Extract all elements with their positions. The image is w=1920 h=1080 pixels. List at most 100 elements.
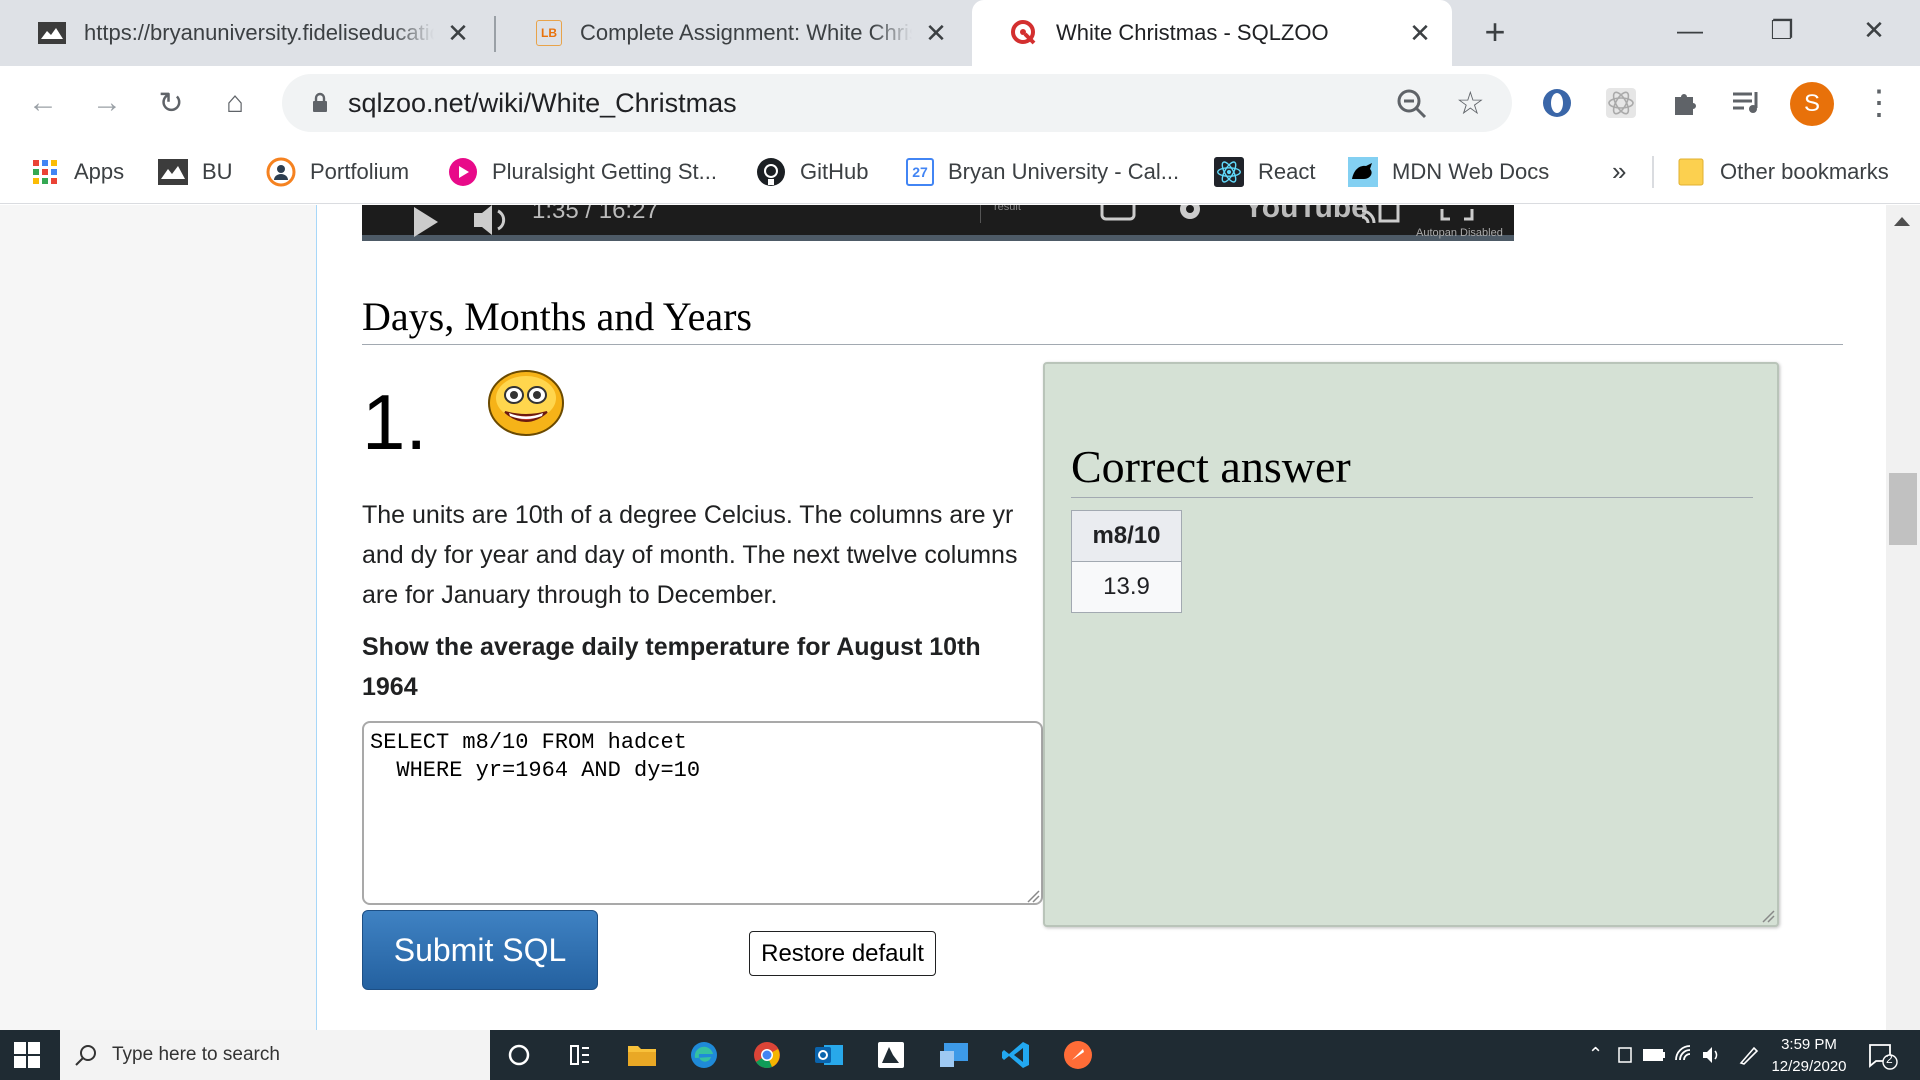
bookmark-other-bookmarks[interactable]: Other bookmarks <box>1676 154 1889 190</box>
bookmark-label: BU <box>202 159 233 184</box>
bookmark-pluralsight[interactable]: Pluralsight Getting St... <box>448 154 717 190</box>
lock-icon <box>308 91 332 115</box>
new-tab-button[interactable]: + <box>1478 14 1512 50</box>
postman-icon[interactable] <box>1061 1038 1095 1072</box>
taskbar-clock[interactable]: 3:59 PM 12/29/2020 <box>1770 1034 1848 1078</box>
table-cell: 13.9 <box>1071 561 1182 613</box>
question-description: The units are 10th of a degree Celcius. … <box>362 501 1018 609</box>
submit-sql-button[interactable]: Submit SQL <box>362 910 598 990</box>
zoom-icon[interactable] <box>1394 86 1430 122</box>
vertical-scrollbar[interactable] <box>1886 205 1920 1030</box>
tab-white-christmas-sqlzoo[interactable]: White Christmas - SQLZOO ✕ <box>972 0 1452 66</box>
video-result-label: result <box>994 205 1021 213</box>
autopan-status: Autopan Disabled <box>1416 227 1503 239</box>
tray-overflow-icon[interactable]: ⌃ <box>1588 1044 1603 1065</box>
snipping-tool-icon[interactable] <box>937 1038 971 1072</box>
scrollbar-thumb[interactable] <box>1889 473 1917 545</box>
play-icon[interactable] <box>408 207 442 237</box>
volume-icon[interactable] <box>472 205 514 235</box>
file-explorer-icon[interactable] <box>625 1038 659 1072</box>
video-player[interactable]: 1:35 / 16:27 result YouTube Autopan Disa… <box>362 205 1514 241</box>
cast-icon[interactable] <box>1358 205 1406 225</box>
page-viewport: 1:35 / 16:27 result YouTube Autopan Disa… <box>0 205 1920 1030</box>
close-tab-icon[interactable]: ✕ <box>922 19 950 47</box>
react-icon <box>1214 157 1244 187</box>
wifi-icon[interactable] <box>1674 1044 1696 1066</box>
fullscreen-icon[interactable] <box>1440 205 1474 225</box>
tab-title: https://bryanuniversity.fideliseducation <box>84 20 434 45</box>
bookmark-portfolium[interactable]: Portfolium <box>266 154 409 190</box>
resize-grip-icon[interactable] <box>1761 909 1775 923</box>
bryan-university-logo-icon <box>158 157 188 187</box>
bookmark-bryan-calendar[interactable]: 27 Bryan University - Cal... <box>906 154 1179 190</box>
search-placeholder: Type here to search <box>112 1044 280 1065</box>
lb-logo-icon: LB <box>536 20 562 46</box>
search-icon <box>75 1045 96 1066</box>
settings-gear-icon[interactable] <box>1174 205 1206 223</box>
extension-react-devtools-icon[interactable] <box>1600 82 1642 124</box>
address-bar[interactable]: sqlzoo.net/wiki/White_Christmas ☆ <box>282 74 1512 132</box>
bookmark-label: GitHub <box>800 159 869 184</box>
question-task: Show the average daily temperature for A… <box>362 633 981 701</box>
clock-date: 12/29/2020 <box>1771 1058 1847 1075</box>
home-button[interactable]: ⌂ <box>214 82 256 124</box>
chrome-icon[interactable] <box>750 1038 784 1072</box>
extensions-puzzle-icon[interactable] <box>1664 82 1706 124</box>
tab-strip: https://bryanuniversity.fideliseducation… <box>0 0 1920 66</box>
captions-icon[interactable] <box>1100 205 1136 221</box>
bookmark-apps[interactable]: Apps <box>30 154 124 190</box>
notification-count: 2 <box>1886 1052 1893 1066</box>
more-bookmarks-button[interactable]: » <box>1612 156 1626 187</box>
tab-bryan-university[interactable]: https://bryanuniversity.fideliseducation… <box>0 0 490 66</box>
bookmark-label: Pluralsight Getting St... <box>492 159 717 184</box>
forward-button[interactable]: → <box>86 82 128 124</box>
scroll-up-arrow-icon[interactable] <box>1894 217 1910 226</box>
extension-opera-icon[interactable] <box>1536 82 1578 124</box>
bookmark-star-icon[interactable]: ☆ <box>1456 84 1485 122</box>
close-window-button[interactable]: ✕ <box>1850 10 1898 50</box>
outlook-icon[interactable] <box>812 1038 846 1072</box>
media-queue-icon[interactable] <box>1726 82 1768 124</box>
close-tab-icon[interactable]: ✕ <box>444 19 472 47</box>
result-table: m8/10 13.9 <box>1071 510 1182 613</box>
apps-grid-icon <box>30 157 60 187</box>
edge-browser-icon[interactable] <box>687 1038 721 1072</box>
task-view-icon[interactable] <box>563 1038 597 1072</box>
bryan-university-logo-icon <box>38 19 66 47</box>
bookmark-react[interactable]: React <box>1214 154 1315 190</box>
bookmark-github[interactable]: GitHub <box>756 154 868 190</box>
kindle-reader-icon[interactable] <box>874 1038 908 1072</box>
browser-menu-icon[interactable]: ⋮ <box>1862 82 1896 124</box>
resize-grip-icon[interactable] <box>1026 889 1040 903</box>
speaker-icon[interactable] <box>1702 1046 1724 1064</box>
pen-workspace-icon[interactable] <box>1738 1044 1760 1066</box>
tab-complete-assignment[interactable]: LB Complete Assignment: White Christmas … <box>498 0 968 66</box>
bookmark-mdn[interactable]: MDN Web Docs <box>1348 154 1549 190</box>
vscode-icon[interactable] <box>999 1038 1033 1072</box>
restore-default-button[interactable]: Restore default <box>749 931 936 976</box>
back-button[interactable]: ← <box>22 82 64 124</box>
video-control-divider <box>980 205 981 223</box>
youtube-logo[interactable]: YouTube <box>1244 205 1368 225</box>
pluralsight-icon <box>448 157 478 187</box>
bookmark-label: Other bookmarks <box>1720 159 1889 184</box>
taskbar-search[interactable]: Type here to search <box>60 1030 490 1080</box>
battery-icon[interactable] <box>1642 1048 1666 1062</box>
action-center-icon[interactable]: 2 <box>1868 1042 1898 1070</box>
tab-title: Complete Assignment: White Christmas <box>580 20 912 45</box>
sql-editor[interactable]: SELECT m8/10 FROM hadcet WHERE yr=1964 A… <box>362 721 1043 905</box>
profile-avatar[interactable]: S <box>1790 82 1834 126</box>
bookmark-label: React <box>1258 159 1316 184</box>
device-icon[interactable] <box>1616 1046 1634 1064</box>
minimize-button[interactable]: — <box>1666 10 1714 50</box>
reload-button[interactable]: ↻ <box>150 82 192 124</box>
github-icon <box>756 157 786 187</box>
bookmark-bu[interactable]: BU <box>158 154 233 190</box>
windows-start-icon[interactable] <box>14 1042 40 1068</box>
cortana-icon[interactable] <box>502 1038 536 1072</box>
restore-window-button[interactable]: ❐ <box>1758 10 1806 50</box>
close-tab-icon[interactable]: ✕ <box>1406 19 1434 47</box>
bookmark-label: Bryan University - Cal... <box>948 159 1180 184</box>
tab-separator <box>494 16 496 52</box>
table-header-row: m8/10 <box>1071 510 1182 562</box>
